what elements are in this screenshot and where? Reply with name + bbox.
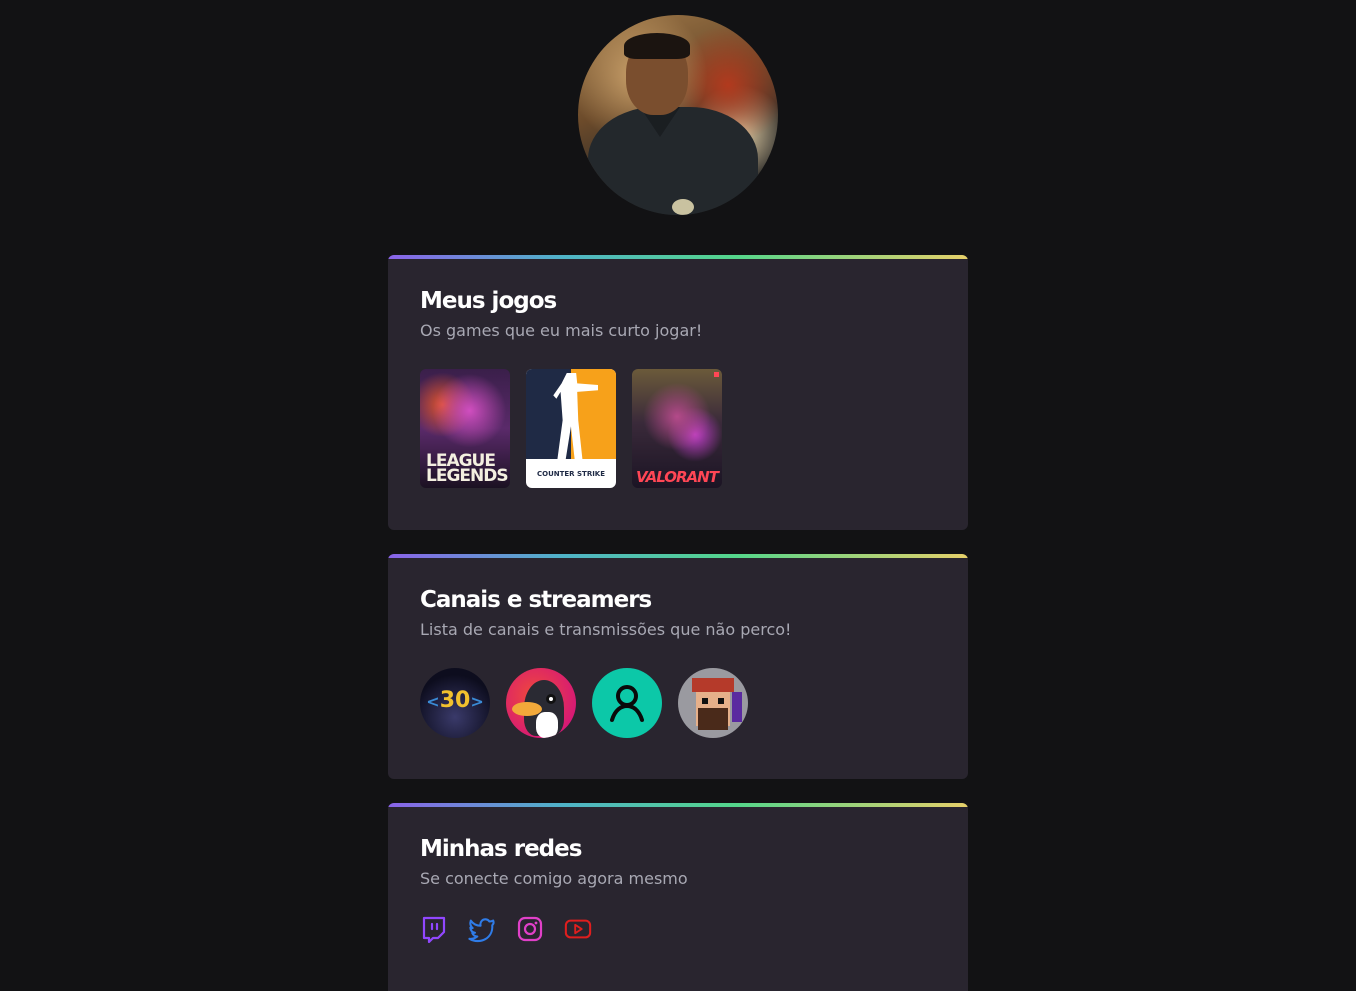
valorant-logo: VALORANT bbox=[636, 468, 719, 486]
instagram-icon bbox=[517, 916, 543, 942]
games-card-title: Meus jogos bbox=[420, 288, 557, 314]
twitch-link[interactable] bbox=[420, 915, 448, 943]
channel-penguin-avatar[interactable] bbox=[506, 668, 576, 738]
avatar-torso bbox=[588, 107, 758, 215]
channel-30-avatar[interactable]: <30> bbox=[420, 668, 490, 738]
youtube-link[interactable] bbox=[564, 915, 592, 943]
pirate-eye-right bbox=[718, 698, 724, 704]
channels-list: <30> bbox=[420, 668, 936, 738]
social-card-subtitle: Se conecte comigo agora mesmo bbox=[420, 869, 688, 888]
games-list: LEAGUE LEGENDS COUNTER STRIKE VALORANT bbox=[420, 369, 936, 488]
game-valorant[interactable]: VALORANT bbox=[632, 369, 722, 488]
pirate-beard bbox=[698, 708, 728, 730]
instagram-link[interactable] bbox=[516, 915, 544, 943]
social-links bbox=[420, 915, 936, 943]
channels-card-title: Canais e streamers bbox=[420, 587, 652, 613]
pirate-eye-left bbox=[702, 698, 708, 704]
counter-strike-logo: COUNTER STRIKE bbox=[536, 470, 606, 478]
channel-default-user-avatar[interactable] bbox=[592, 668, 662, 738]
games-card: Meus jogos Os games que eu mais curto jo… bbox=[388, 255, 968, 530]
channel-30-badge: <30> bbox=[426, 688, 484, 713]
youtube-icon bbox=[564, 919, 592, 939]
channel-pixel-pirate-avatar[interactable] bbox=[678, 668, 748, 738]
valorant-corner-mark bbox=[714, 372, 719, 377]
pirate-cape bbox=[732, 692, 742, 722]
game-league-of-legends[interactable]: LEAGUE LEGENDS bbox=[420, 369, 510, 488]
channels-card: Canais e streamers Lista de canais e tra… bbox=[388, 554, 968, 779]
game-counter-strike[interactable]: COUNTER STRIKE bbox=[526, 369, 616, 488]
channels-card-subtitle: Lista de canais e transmissões que não p… bbox=[420, 620, 792, 639]
avatar-watch bbox=[672, 199, 694, 215]
penguin-beak bbox=[512, 702, 542, 716]
penguin-belly bbox=[536, 712, 558, 738]
user-icon bbox=[610, 685, 644, 722]
league-of-legends-logo: LEAGUE LEGENDS bbox=[426, 451, 509, 486]
twitter-link[interactable] bbox=[468, 915, 496, 943]
social-card: Minhas redes Se conecte comigo agora mes… bbox=[388, 803, 968, 991]
profile-avatar bbox=[578, 15, 778, 215]
pirate-hat bbox=[692, 678, 734, 692]
penguin-eye bbox=[546, 694, 556, 704]
games-card-subtitle: Os games que eu mais curto jogar! bbox=[420, 321, 703, 340]
twitch-icon bbox=[422, 916, 446, 943]
social-card-title: Minhas redes bbox=[420, 836, 582, 862]
avatar-hair bbox=[624, 33, 690, 59]
twitter-icon bbox=[468, 918, 495, 943]
